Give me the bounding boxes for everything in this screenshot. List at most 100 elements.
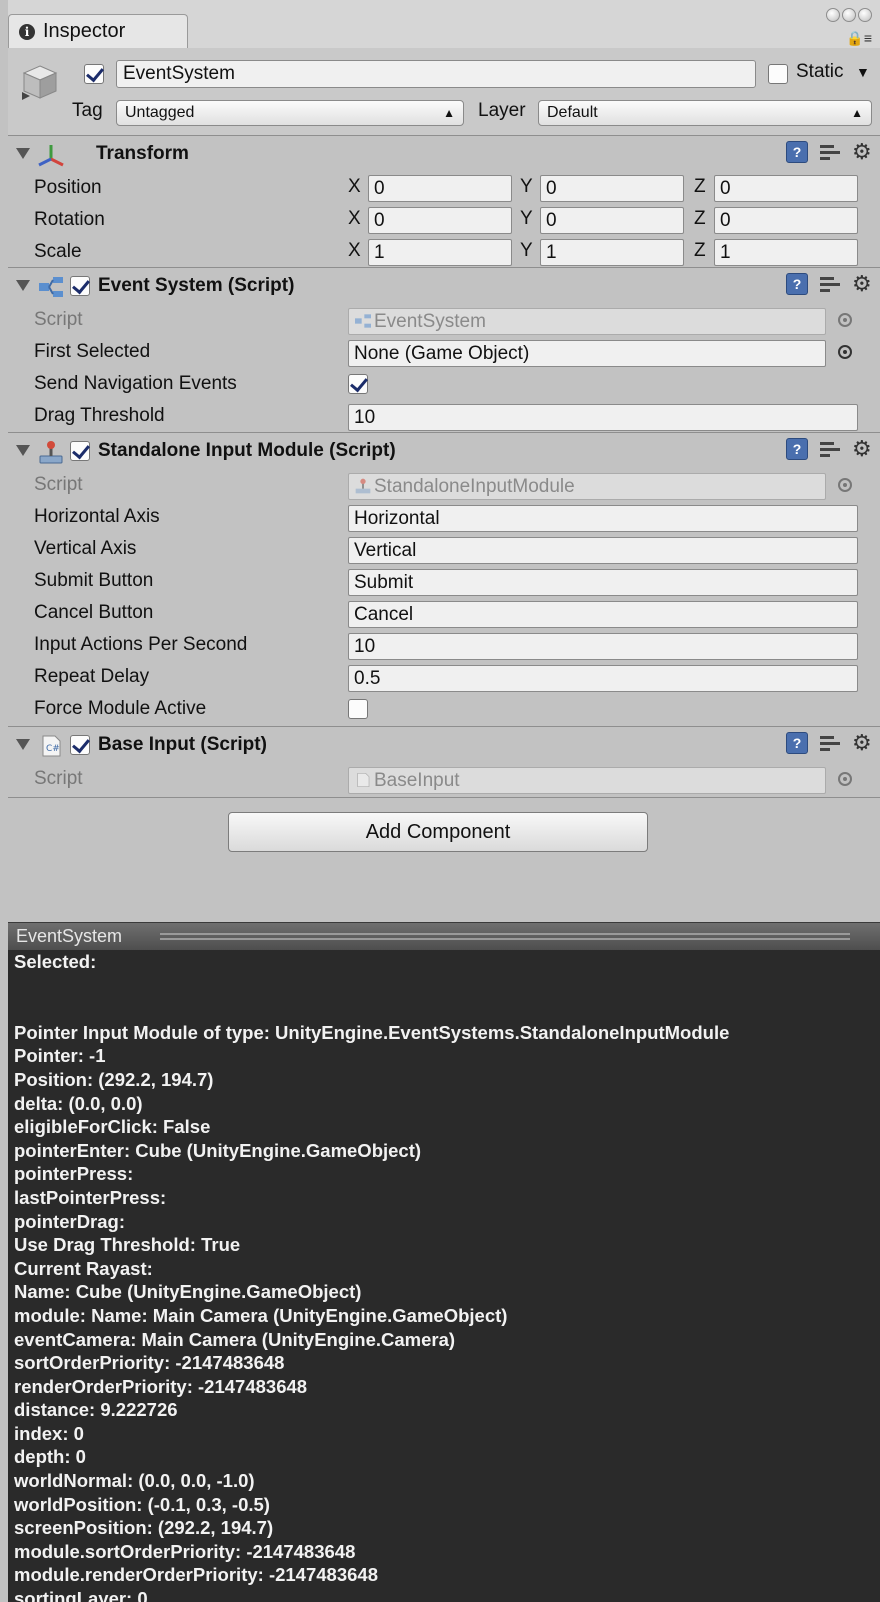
help-book-icon[interactable]: ? bbox=[786, 438, 808, 460]
static-checkbox[interactable] bbox=[768, 64, 788, 84]
first-selected-field[interactable]: None (Game Object) bbox=[348, 340, 826, 367]
input-actions-per-second-field[interactable]: 10 bbox=[348, 633, 858, 660]
force-module-active-row: Force Module Active bbox=[8, 694, 880, 726]
position-y-field[interactable]: 0 bbox=[540, 175, 684, 202]
axis-x-label: X bbox=[348, 208, 361, 229]
gear-icon[interactable]: ⚙ bbox=[852, 273, 878, 295]
base-input-enabled-checkbox[interactable] bbox=[70, 735, 90, 755]
submit-button-label: Submit Button bbox=[34, 570, 154, 591]
script-reference-value: StandaloneInputModule bbox=[374, 476, 575, 497]
csharp-script-icon: C# bbox=[42, 735, 61, 757]
scale-y-field[interactable]: 1 bbox=[540, 239, 684, 266]
cancel-button-row: Cancel Button Cancel bbox=[8, 598, 880, 630]
position-x-field[interactable]: 0 bbox=[368, 175, 512, 202]
add-component-button[interactable]: Add Component bbox=[228, 812, 648, 852]
transform-position-row: Position X 0 Y 0 Z 0 bbox=[8, 173, 880, 205]
add-component-area: Add Component bbox=[8, 798, 880, 902]
layer-label: Layer bbox=[478, 100, 526, 121]
send-navigation-events-label: Send Navigation Events bbox=[34, 373, 237, 394]
base-input-header[interactable]: C# Base Input (Script) ? ⚙ bbox=[8, 728, 880, 764]
presets-icon[interactable] bbox=[820, 438, 840, 460]
cancel-button-label: Cancel Button bbox=[34, 602, 154, 623]
rotation-z-field[interactable]: 0 bbox=[714, 207, 858, 234]
transform-rotation-row: Rotation X 0 Y 0 Z 0 bbox=[8, 205, 880, 237]
preview-text-line: depth: 0 bbox=[14, 1446, 86, 1468]
window-minimize-button[interactable] bbox=[826, 8, 840, 22]
tab-inspector[interactable]: i Inspector bbox=[8, 14, 188, 48]
position-z-field[interactable]: 0 bbox=[714, 175, 858, 202]
scale-x-field[interactable]: 1 bbox=[368, 239, 512, 266]
object-picker-icon[interactable] bbox=[838, 345, 852, 359]
layer-dropdown[interactable]: Default ▲ bbox=[538, 100, 872, 126]
event-system-component: Event System (Script) ? ⚙ Script EventSy… bbox=[8, 269, 880, 433]
gameobject-active-checkbox[interactable] bbox=[84, 64, 104, 84]
standalone-input-module-header[interactable]: Standalone Input Module (Script) ? ⚙ bbox=[8, 434, 880, 470]
preview-title: EventSystem bbox=[16, 926, 123, 946]
preview-text-line: pointerEnter: Cube (UnityEngine.GameObje… bbox=[14, 1139, 422, 1161]
preview-content: Selected: Pointer Input Module of type: U… bbox=[8, 950, 880, 1602]
help-book-icon[interactable]: ? bbox=[786, 732, 808, 754]
gear-icon[interactable]: ⚙ bbox=[852, 141, 878, 163]
presets-icon[interactable] bbox=[820, 141, 840, 163]
rotation-y-field[interactable]: 0 bbox=[540, 207, 684, 234]
script-reference-value: BaseInput bbox=[374, 770, 460, 791]
static-dropdown-icon[interactable]: ▼ bbox=[856, 64, 870, 80]
event-system-enabled-checkbox[interactable] bbox=[70, 276, 90, 296]
object-picker-icon bbox=[838, 478, 852, 492]
transform-scale-row: Scale X 1 Y 1 Z 1 bbox=[8, 237, 880, 269]
foldout-arrow-icon[interactable] bbox=[16, 739, 30, 750]
axis-y-label: Y bbox=[520, 208, 533, 229]
event-system-icon bbox=[355, 314, 371, 328]
preview-header[interactable]: EventSystem bbox=[8, 922, 880, 950]
left-edge bbox=[0, 0, 8, 1602]
vertical-axis-field[interactable]: Vertical bbox=[348, 537, 858, 564]
base-input-title: Base Input (Script) bbox=[98, 734, 267, 755]
script-reference-field: BaseInput bbox=[348, 767, 826, 794]
presets-icon[interactable] bbox=[820, 273, 840, 295]
rotation-x-field[interactable]: 0 bbox=[368, 207, 512, 234]
help-book-icon[interactable]: ? bbox=[786, 273, 808, 295]
foldout-arrow-icon[interactable] bbox=[16, 445, 30, 456]
event-system-header[interactable]: Event System (Script) ? ⚙ bbox=[8, 269, 880, 305]
horizontal-axis-row: Horizontal Axis Horizontal bbox=[8, 502, 880, 534]
preview-text-line: module.sortOrderPriority: -2147483648 bbox=[14, 1540, 356, 1562]
inspector-tab-bar: i Inspector 🔒≡ bbox=[0, 0, 880, 48]
axis-z-label: Z bbox=[694, 208, 706, 229]
gear-icon[interactable]: ⚙ bbox=[852, 438, 878, 460]
horizontal-axis-field[interactable]: Horizontal bbox=[348, 505, 858, 532]
window-zoom-button[interactable] bbox=[842, 8, 856, 22]
presets-icon[interactable] bbox=[820, 732, 840, 754]
component-tools: ? ⚙ bbox=[786, 141, 878, 163]
help-book-icon[interactable]: ? bbox=[786, 141, 808, 163]
gameobject-name-input[interactable]: EventSystem bbox=[116, 60, 756, 88]
transform-header[interactable]: Transform ? ⚙ bbox=[8, 137, 880, 173]
force-module-active-checkbox[interactable] bbox=[348, 699, 368, 719]
foldout-arrow-icon[interactable] bbox=[16, 148, 30, 159]
preview-text-line: pointerPress: bbox=[14, 1163, 134, 1185]
lock-menu-icon[interactable]: 🔒≡ bbox=[846, 30, 872, 47]
submit-button-field[interactable]: Submit bbox=[348, 569, 858, 596]
foldout-arrow-icon[interactable] bbox=[16, 280, 30, 291]
drag-threshold-field[interactable]: 10 bbox=[348, 404, 858, 431]
window-close-button[interactable] bbox=[858, 8, 872, 22]
cancel-button-field[interactable]: Cancel bbox=[348, 601, 858, 628]
scale-z-field[interactable]: 1 bbox=[714, 239, 858, 266]
updown-arrows-icon: ▲ bbox=[851, 106, 863, 120]
component-tools: ? ⚙ bbox=[786, 438, 878, 460]
repeat-delay-row: Repeat Delay 0.5 bbox=[8, 662, 880, 694]
tag-dropdown[interactable]: Untagged ▲ bbox=[116, 100, 464, 126]
send-navigation-events-checkbox[interactable] bbox=[348, 374, 368, 394]
input-actions-per-second-label: Input Actions Per Second bbox=[34, 634, 248, 655]
resize-grip[interactable] bbox=[160, 933, 850, 940]
standalone-input-enabled-checkbox[interactable] bbox=[70, 441, 90, 461]
script-label: Script bbox=[34, 309, 83, 330]
gameobject-header: EventSystem Static ▼ Tag Untagged ▲ Laye… bbox=[0, 48, 880, 136]
send-navigation-events-row: Send Navigation Events bbox=[8, 369, 880, 401]
gear-icon[interactable]: ⚙ bbox=[852, 732, 878, 754]
repeat-delay-field[interactable]: 0.5 bbox=[348, 665, 858, 692]
preview-text-line: sortingLayer: 0 bbox=[14, 1588, 148, 1602]
preview-text-line: distance: 9.222726 bbox=[14, 1399, 178, 1421]
window-controls bbox=[826, 8, 872, 22]
object-picker-icon bbox=[838, 313, 852, 327]
drag-threshold-row: Drag Threshold 10 bbox=[8, 401, 880, 433]
